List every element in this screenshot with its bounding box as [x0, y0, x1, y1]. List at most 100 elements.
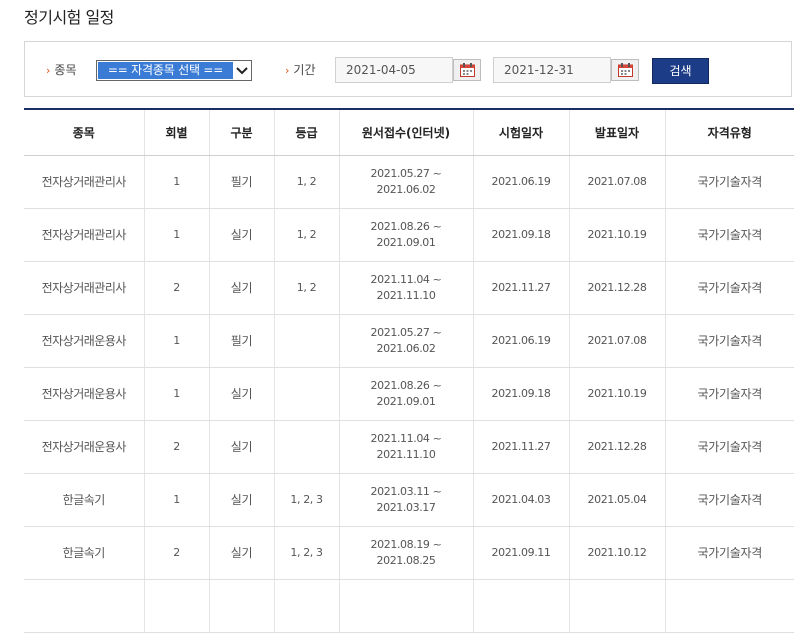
cell-grade	[273, 420, 339, 474]
cell-exam-date: 2021.09.18	[472, 367, 569, 421]
cell-exam-date: 2021.09.11	[472, 526, 569, 580]
cell-subject	[24, 579, 144, 633]
cell-qual-type: 국가기술자격	[664, 420, 794, 474]
cell-category: 필기	[208, 314, 274, 368]
calendar-icon	[618, 63, 633, 77]
cell-exam-date: 2021.11.27	[472, 420, 569, 474]
cell-grade	[273, 314, 339, 368]
qualification-select-value: == 자격종목 선택 ==	[98, 62, 233, 79]
cell-category: 실기	[208, 367, 274, 421]
cell-qual-type: 국가기술자격	[664, 314, 794, 368]
cell-round: 2	[143, 526, 209, 580]
cell-announce-date: 2021.10.12	[568, 526, 665, 580]
end-calendar-button[interactable]	[611, 59, 639, 81]
cell-subject: 전자상거래관리사	[24, 261, 144, 315]
cell-round: 1	[143, 367, 209, 421]
table-row	[24, 579, 794, 633]
cell-round	[143, 579, 209, 633]
cell-round: 1	[143, 314, 209, 368]
cell-application: 2021.05.27 ~2021.06.02	[338, 314, 473, 368]
cell-subject: 전자상거래관리사	[24, 155, 144, 209]
cell-grade: 1, 2	[273, 261, 339, 315]
cell-announce-date	[568, 579, 665, 633]
exam-schedule-table: 종목 회별 구분 등급 원서접수(인터넷) 시험일자 발표일자 자격유형 전자상…	[24, 108, 794, 633]
cell-subject: 전자상거래운용사	[24, 314, 144, 368]
cell-subject: 전자상거래운용사	[24, 367, 144, 421]
qualification-select[interactable]: == 자격종목 선택 ==	[96, 60, 252, 81]
end-date-input[interactable]: 2021-12-31	[493, 57, 611, 83]
cell-application: 2021.11.04 ~2021.11.10	[338, 261, 473, 315]
chevron-right-icon: ›	[46, 64, 51, 77]
type-label: › 종목	[46, 63, 77, 77]
cell-announce-date: 2021.07.08	[568, 155, 665, 209]
cell-application: 2021.08.19 ~2021.08.25	[338, 526, 473, 580]
cell-qual-type: 국가기술자격	[664, 367, 794, 421]
cell-subject: 전자상거래운용사	[24, 420, 144, 474]
search-button[interactable]: 검색	[652, 58, 709, 84]
calendar-icon	[460, 63, 475, 77]
cell-round: 1	[143, 155, 209, 209]
cell-exam-date: 2021.09.18	[472, 208, 569, 262]
cell-announce-date: 2021.10.19	[568, 208, 665, 262]
cell-qual-type: 국가기술자격	[664, 526, 794, 580]
cell-qual-type: 국가기술자격	[664, 155, 794, 209]
header-application: 원서접수(인터넷)	[338, 109, 473, 156]
cell-announce-date: 2021.07.08	[568, 314, 665, 368]
header-category: 구분	[208, 109, 274, 156]
cell-exam-date	[472, 579, 569, 633]
search-panel: › 종목 == 자격종목 선택 == › 기간 2021-04-05 2021-12…	[24, 41, 792, 97]
cell-exam-date: 2021.11.27	[472, 261, 569, 315]
cell-round: 2	[143, 420, 209, 474]
header-qual-type: 자격유형	[664, 109, 794, 156]
table-row: 전자상거래관리사 2 실기 1, 2 2021.11.04 ~2021.11.1…	[24, 261, 794, 315]
cell-grade: 1, 2, 3	[273, 526, 339, 580]
chevron-down-icon	[236, 67, 248, 75]
cell-grade: 1, 2, 3	[273, 473, 339, 527]
cell-announce-date: 2021.12.28	[568, 420, 665, 474]
cell-application: 2021.08.26 ~2021.09.01	[338, 367, 473, 421]
period-label: › 기간	[285, 63, 316, 77]
cell-grade	[273, 367, 339, 421]
header-subject: 종목	[24, 109, 144, 156]
cell-subject: 전자상거래관리사	[24, 208, 144, 262]
start-calendar-button[interactable]	[453, 59, 481, 81]
table-row: 전자상거래관리사 1 실기 1, 2 2021.08.26 ~2021.09.0…	[24, 208, 794, 262]
cell-round: 1	[143, 473, 209, 527]
cell-application: 2021.08.26 ~2021.09.01	[338, 208, 473, 262]
cell-subject: 한글속기	[24, 473, 144, 527]
cell-qual-type: 국가기술자격	[664, 261, 794, 315]
cell-category: 실기	[208, 208, 274, 262]
cell-exam-date: 2021.04.03	[472, 473, 569, 527]
cell-qual-type	[664, 579, 794, 633]
table-row: 한글속기 2 실기 1, 2, 3 2021.08.19 ~2021.08.25…	[24, 526, 794, 580]
cell-round: 1	[143, 208, 209, 262]
cell-category: 필기	[208, 155, 274, 209]
start-date-input[interactable]: 2021-04-05	[335, 57, 453, 83]
cell-announce-date: 2021.12.28	[568, 261, 665, 315]
cell-category: 실기	[208, 420, 274, 474]
cell-application: 2021.05.27 ~2021.06.02	[338, 155, 473, 209]
header-round: 회별	[143, 109, 209, 156]
cell-announce-date: 2021.05.04	[568, 473, 665, 527]
cell-grade: 1, 2	[273, 155, 339, 209]
cell-category: 실기	[208, 473, 274, 527]
cell-application	[338, 579, 473, 633]
header-announce-date: 발표일자	[568, 109, 665, 156]
cell-announce-date: 2021.10.19	[568, 367, 665, 421]
chevron-right-icon: ›	[285, 64, 290, 77]
cell-application: 2021.11.04 ~2021.11.10	[338, 420, 473, 474]
cell-exam-date: 2021.06.19	[472, 314, 569, 368]
table-row: 전자상거래운용사 2 실기 2021.11.04 ~2021.11.10 202…	[24, 420, 794, 474]
cell-round: 2	[143, 261, 209, 315]
cell-category: 실기	[208, 261, 274, 315]
table-row: 전자상거래관리사 1 필기 1, 2 2021.05.27 ~2021.06.0…	[24, 155, 794, 209]
cell-category: 실기	[208, 526, 274, 580]
cell-subject: 한글속기	[24, 526, 144, 580]
table-row: 전자상거래운용사 1 필기 2021.05.27 ~2021.06.02 202…	[24, 314, 794, 368]
header-grade: 등급	[273, 109, 339, 156]
cell-category	[208, 579, 274, 633]
header-exam-date: 시험일자	[472, 109, 569, 156]
table-header-row: 종목 회별 구분 등급 원서접수(인터넷) 시험일자 발표일자 자격유형	[24, 109, 794, 156]
cell-application: 2021.03.11 ~2021.03.17	[338, 473, 473, 527]
page-title: 정기시험 일정	[24, 8, 114, 27]
